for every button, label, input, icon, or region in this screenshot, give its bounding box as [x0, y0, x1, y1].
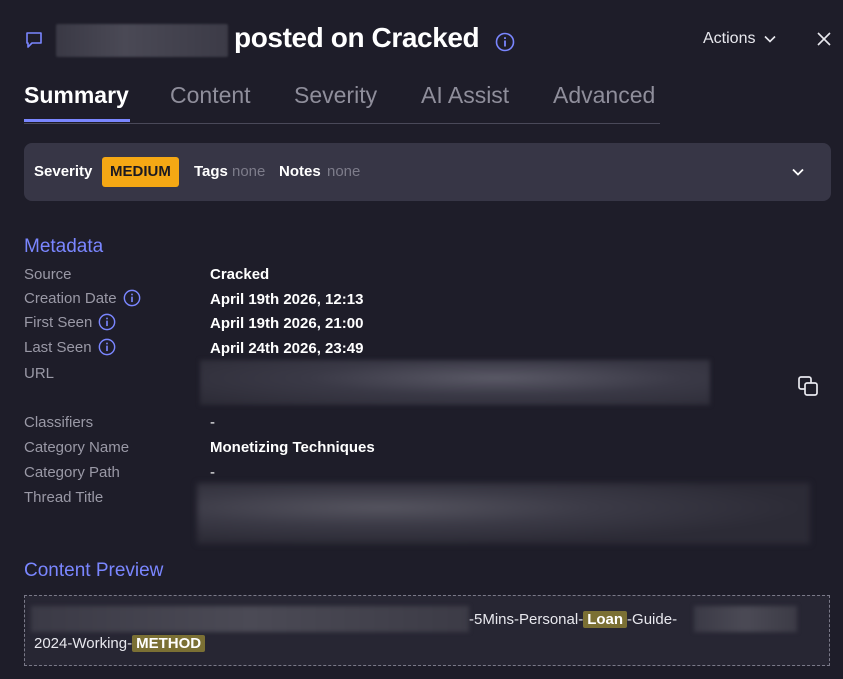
redacted-thread-title [197, 483, 810, 544]
copy-icon[interactable] [797, 375, 819, 397]
tab-summary[interactable]: Summary [24, 82, 129, 109]
redacted-preview-text [694, 606, 797, 632]
tab-severity[interactable]: Severity [294, 82, 377, 109]
content-preview-heading: Content Preview [24, 560, 164, 581]
close-icon[interactable] [815, 30, 833, 48]
chevron-down-icon[interactable] [790, 164, 806, 180]
preview-line-1: -5Mins-Personal- Loan -Guide- [469, 611, 678, 628]
source-label: Source [24, 266, 72, 283]
redacted-url [200, 360, 710, 405]
info-icon[interactable] [123, 289, 141, 307]
category-name-value: Monetizing Techniques [210, 439, 375, 456]
severity-badge: MEDIUM [102, 157, 179, 187]
creation-date-label: Creation Date [24, 289, 141, 307]
severity-label: Severity [34, 163, 93, 180]
notes-label: Notes [279, 163, 321, 180]
chevron-down-icon [764, 35, 777, 43]
creation-date-value: April 19th 2026, 12:13 [210, 291, 364, 308]
source-value: Cracked [210, 266, 270, 283]
notes-value: none [327, 163, 361, 180]
category-path-label: Category Path [24, 464, 120, 481]
info-icon[interactable] [495, 32, 515, 52]
tab-advanced[interactable]: Advanced [553, 82, 655, 109]
redacted-preview-text [31, 606, 469, 632]
classifiers-value: - [210, 414, 215, 431]
category-name-label: Category Name [24, 439, 130, 456]
preview-line-2: 2024-Working- METHOD [34, 635, 206, 652]
first-seen-label: First Seen [24, 313, 116, 331]
severity-bar[interactable]: Severity MEDIUM Tags none Notes none [24, 143, 831, 201]
active-tab-indicator [24, 119, 130, 122]
redacted-username [56, 24, 228, 57]
thread-title-label: Thread Title [24, 489, 104, 506]
classifiers-label: Classifiers [24, 414, 94, 431]
category-path-value: - [210, 464, 215, 481]
tags-label: Tags [194, 163, 228, 180]
metadata-heading: Metadata [24, 236, 104, 257]
tab-bar: Summary Content Severity AI Assist Advan… [24, 82, 660, 124]
tags-value: none [232, 163, 266, 180]
first-seen-value: April 19th 2026, 21:00 [210, 315, 364, 332]
keyword-highlight: METHOD [132, 635, 206, 652]
actions-label: Actions [703, 30, 756, 47]
url-label: URL [24, 365, 55, 382]
tab-content[interactable]: Content [170, 82, 251, 109]
last-seen-value: April 24th 2026, 23:49 [210, 340, 364, 357]
page-title: posted on Cracked [234, 22, 480, 53]
chat-bubble-icon [26, 32, 42, 48]
tab-ai-assist[interactable]: AI Assist [421, 82, 509, 109]
info-icon[interactable] [98, 338, 116, 356]
last-seen-label: Last Seen [24, 338, 116, 356]
actions-dropdown[interactable]: Actions [703, 30, 777, 48]
keyword-highlight: Loan [583, 611, 628, 628]
info-icon[interactable] [98, 313, 116, 331]
